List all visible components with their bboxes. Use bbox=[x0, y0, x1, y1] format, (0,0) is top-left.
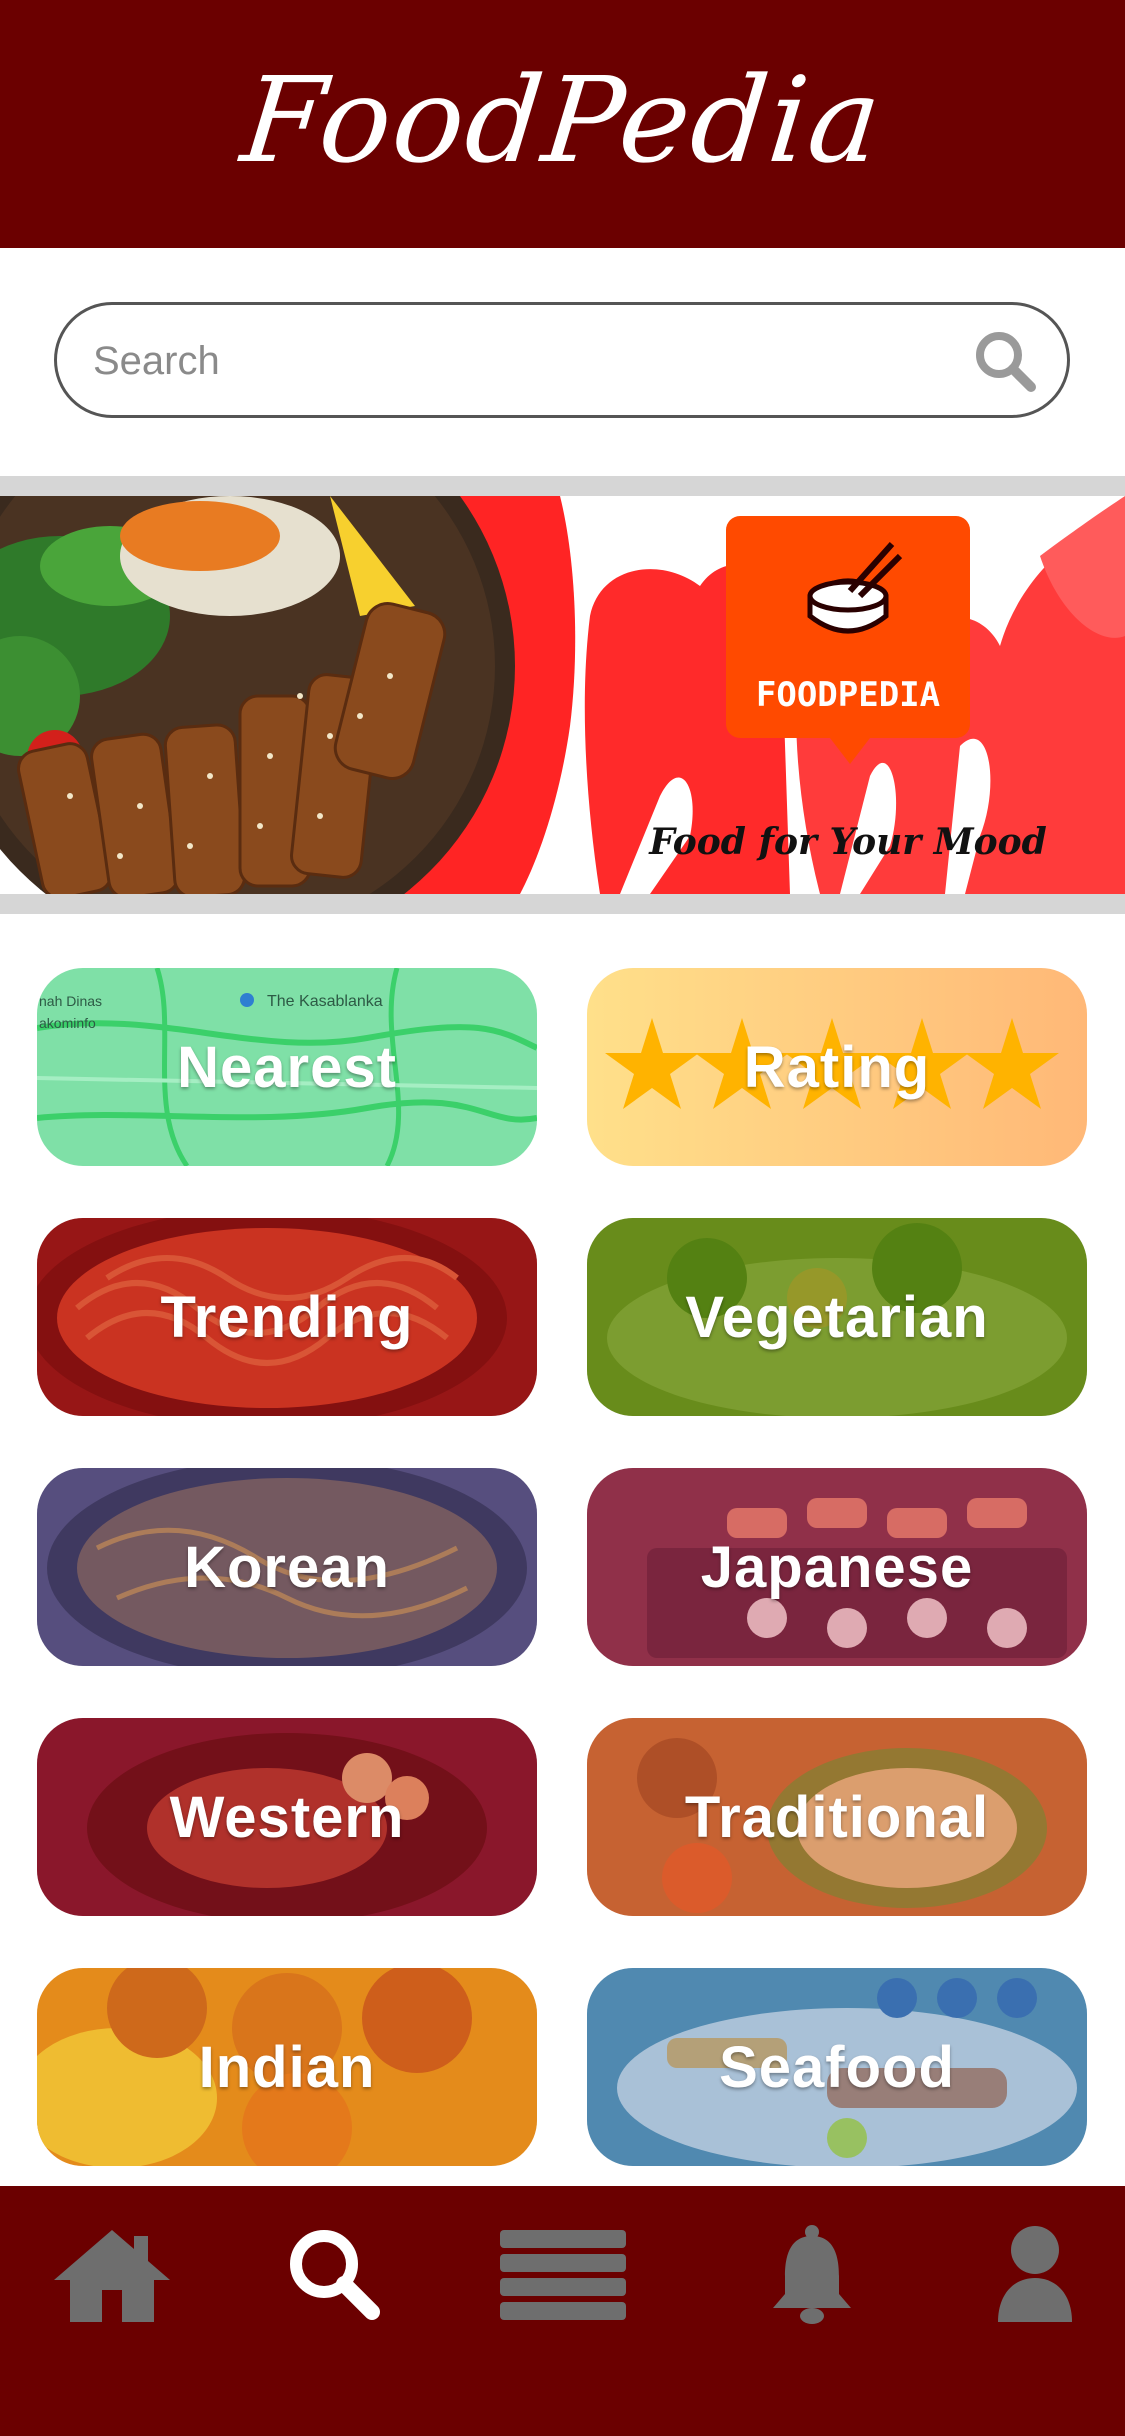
nav-menu[interactable] bbox=[493, 2214, 633, 2334]
tile-label: Western bbox=[169, 1784, 405, 1850]
banner-brand-text: FOODPEDIA bbox=[756, 675, 940, 715]
tile-label: Trending bbox=[160, 1284, 414, 1350]
tile-label: Japanese bbox=[700, 1534, 974, 1600]
bell-icon bbox=[773, 2225, 851, 2324]
nav-home[interactable] bbox=[52, 2214, 172, 2334]
banner-tagline: Food for Your Mood bbox=[648, 821, 1047, 863]
nav-profile[interactable] bbox=[975, 2214, 1095, 2334]
category-tile-rating[interactable]: Rating bbox=[587, 968, 1087, 1166]
app-header: FoodPedia bbox=[0, 0, 1125, 248]
tile-label: Korean bbox=[184, 1534, 390, 1600]
category-tile-indian[interactable]: Indian bbox=[37, 1968, 537, 2166]
category-tile-seafood[interactable]: Seafood bbox=[587, 1968, 1087, 2166]
search-icon bbox=[290, 2230, 380, 2320]
search-icon[interactable] bbox=[973, 329, 1037, 393]
tile-label: Nearest bbox=[177, 1034, 397, 1100]
nav-search[interactable] bbox=[274, 2214, 394, 2334]
map-place-label: The Kasablanka bbox=[267, 993, 383, 1010]
bottom-nav bbox=[0, 2186, 1125, 2436]
category-tile-korean[interactable]: Korean bbox=[37, 1468, 537, 1666]
tile-label: Vegetarian bbox=[685, 1284, 989, 1350]
nav-notifications[interactable] bbox=[752, 2214, 872, 2334]
banner-artwork: FOODPEDIA Food for Your Mood bbox=[0, 496, 1125, 894]
category-tile-nearest[interactable]: The Kasablanka nah Dinas akominfo Neares… bbox=[37, 968, 537, 1166]
category-tile-vegetarian[interactable]: Vegetarian bbox=[587, 1218, 1087, 1416]
tile-label: Rating bbox=[743, 1034, 931, 1100]
promo-banner[interactable]: FOODPEDIA Food for Your Mood bbox=[0, 496, 1125, 894]
category-tile-japanese[interactable]: Japanese bbox=[587, 1468, 1087, 1666]
map-left-label-2: akominfo bbox=[39, 1015, 96, 1031]
category-tile-western[interactable]: Western bbox=[37, 1718, 537, 1916]
tile-label: Traditional bbox=[684, 1784, 990, 1850]
menu-icon bbox=[500, 2230, 626, 2320]
home-icon bbox=[54, 2230, 170, 2322]
map-left-label: nah Dinas bbox=[39, 993, 102, 1009]
tile-label: Seafood bbox=[719, 2034, 955, 2100]
tile-label: Indian bbox=[198, 2034, 376, 2100]
category-tile-traditional[interactable]: Traditional bbox=[587, 1718, 1087, 1916]
promo-banner-frame: FOODPEDIA Food for Your Mood bbox=[0, 476, 1125, 914]
search-bar[interactable] bbox=[54, 302, 1070, 418]
user-icon bbox=[998, 2226, 1072, 2322]
category-tile-trending[interactable]: Trending bbox=[37, 1218, 537, 1416]
app-title: FoodPedia bbox=[235, 51, 890, 189]
search-input[interactable] bbox=[91, 305, 955, 417]
